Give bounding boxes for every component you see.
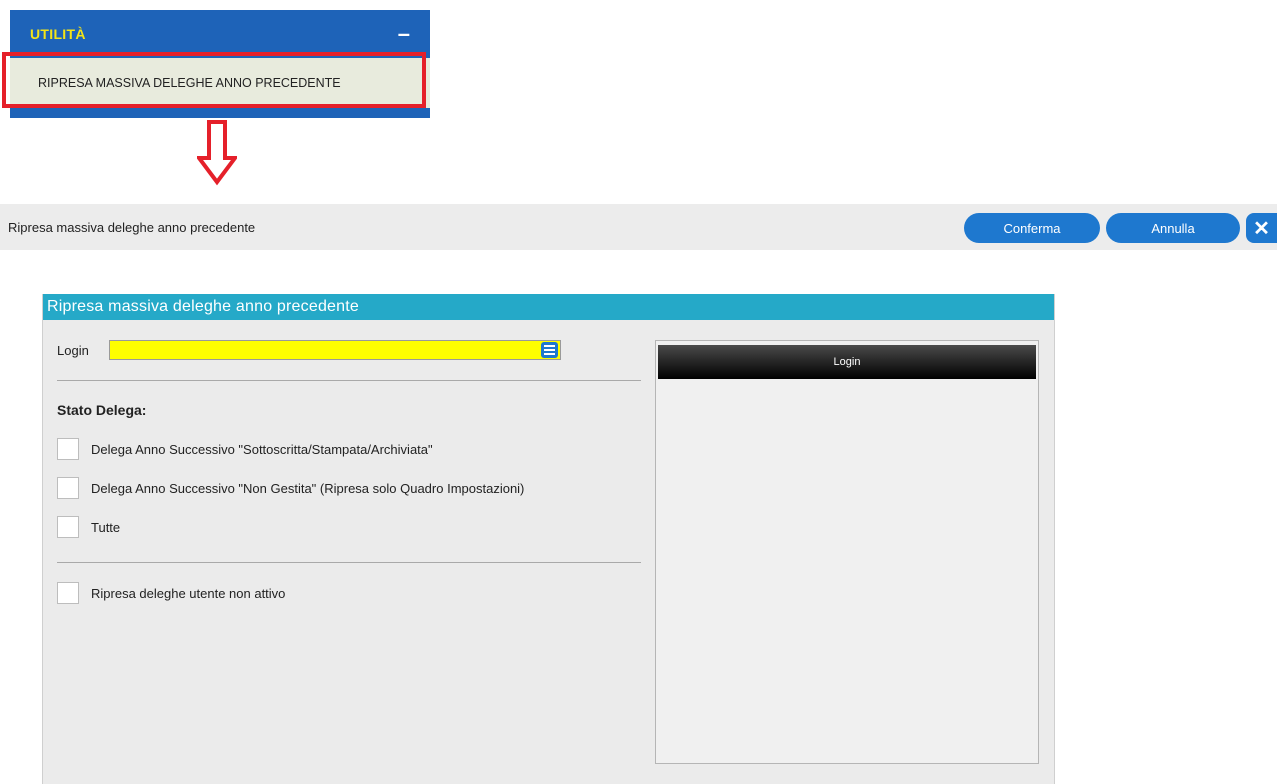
- menu-item-container: RIPRESA MASSIVA DELEGHE ANNO PRECEDENTE: [10, 58, 430, 118]
- login-column-header[interactable]: Login: [658, 345, 1036, 379]
- collapse-icon[interactable]: –: [398, 23, 410, 45]
- toolbar-title: Ripresa massiva deleghe anno precedente: [8, 219, 256, 235]
- option-label: Tutte: [91, 519, 121, 535]
- divider: [57, 562, 641, 563]
- option-label: Delega Anno Successivo "Sottoscritta/Sta…: [91, 441, 433, 457]
- menu-title: UTILITÀ: [30, 26, 86, 42]
- dialog-title: Ripresa massiva deleghe anno precedente: [43, 294, 1054, 320]
- utility-menu-panel: UTILITÀ – RIPRESA MASSIVA DELEGHE ANNO P…: [10, 10, 430, 118]
- login-field-wrapper: [109, 340, 561, 360]
- menu-item-ripresa-massiva[interactable]: RIPRESA MASSIVA DELEGHE ANNO PRECEDENTE: [10, 58, 430, 108]
- list-icon[interactable]: [541, 342, 558, 358]
- login-list-panel: Login: [655, 340, 1039, 764]
- option-sottoscritta[interactable]: Delega Anno Successivo "Sottoscritta/Sta…: [57, 438, 433, 460]
- menu-header[interactable]: UTILITÀ –: [10, 10, 430, 58]
- checkbox[interactable]: [57, 516, 79, 538]
- option-label: Ripresa deleghe utente non attivo: [91, 585, 286, 601]
- divider: [57, 380, 641, 381]
- section-title: Stato Delega:: [57, 402, 147, 418]
- toolbar: Ripresa massiva deleghe anno precedente …: [0, 204, 1277, 250]
- option-non-gestita[interactable]: Delega Anno Successivo "Non Gestita" (Ri…: [57, 477, 524, 499]
- checkbox[interactable]: [57, 477, 79, 499]
- login-label: Login: [57, 342, 89, 358]
- checkbox[interactable]: [57, 438, 79, 460]
- close-button[interactable]: ✕: [1246, 213, 1277, 243]
- login-row: Login: [57, 340, 561, 360]
- option-utente-non-attivo[interactable]: Ripresa deleghe utente non attivo: [57, 582, 285, 604]
- option-tutte[interactable]: Tutte: [57, 516, 120, 538]
- close-icon: ✕: [1253, 217, 1270, 240]
- cancel-button[interactable]: Annulla: [1106, 213, 1240, 243]
- checkbox[interactable]: [57, 582, 79, 604]
- confirm-button[interactable]: Conferma: [964, 213, 1100, 243]
- dialog: Ripresa massiva deleghe anno precedente …: [42, 294, 1055, 784]
- option-label: Delega Anno Successivo "Non Gestita" (Ri…: [91, 480, 525, 496]
- login-input[interactable]: [110, 341, 560, 359]
- down-arrow-icon: [197, 120, 237, 186]
